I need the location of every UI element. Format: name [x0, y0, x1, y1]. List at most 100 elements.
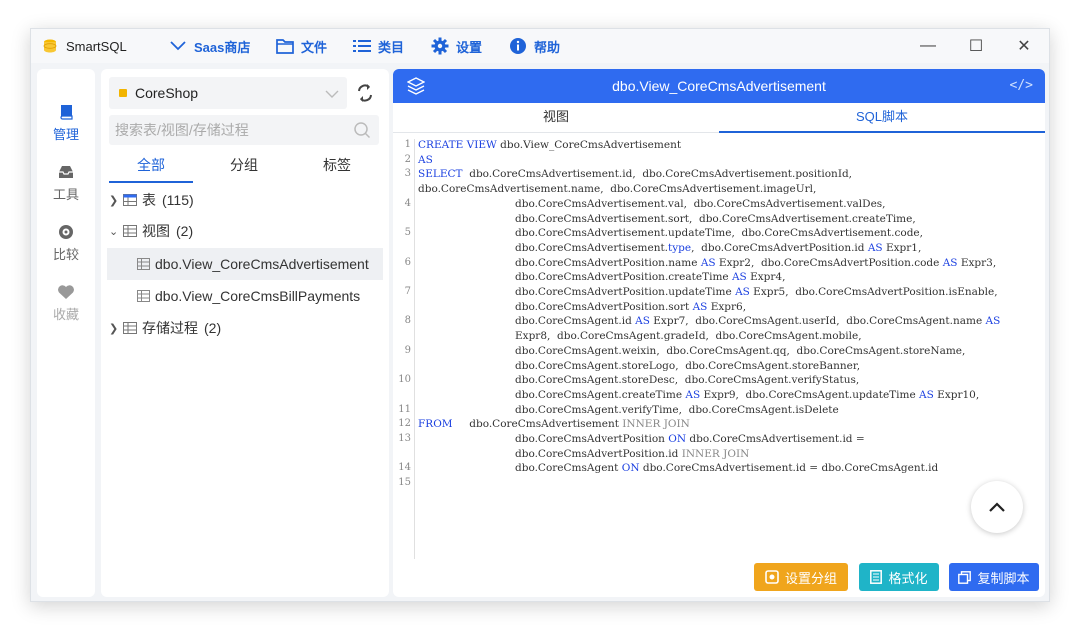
line-number: 14 [398, 462, 411, 474]
tree-leaf-view-billpayments[interactable]: dbo.View_CoreCmsBillPayments [137, 281, 360, 311]
set-group-button[interactable]: 设置分组 [754, 563, 848, 591]
chevron-right-icon[interactable]: ❯ [109, 194, 121, 207]
tree-leaf-label: dbo.View_CoreCmsBillPayments [155, 288, 361, 304]
list-icon [353, 37, 371, 55]
refresh-icon [358, 84, 372, 102]
folder-icon [276, 37, 294, 55]
line-number: 2 [404, 153, 411, 165]
chevron-down-icon [325, 86, 339, 102]
app-name: SmartSQL [66, 38, 127, 54]
rail-item-manage-label: 管理 [52, 127, 79, 142]
code-area[interactable]: 1 2 3 4 5 6 7 8 9 10 11 12 13 14 15 CREATE VIEW dbo.Vi… [393, 139, 1045, 559]
maximize-button[interactable]: ☐ [953, 29, 999, 63]
copy-icon [958, 570, 972, 584]
menu-settings[interactable]: 设置 [431, 29, 482, 63]
copy-script-button[interactable]: 复制脚本 [949, 563, 1039, 591]
tree-node-views[interactable]: ⌄ 视图 (2) [109, 216, 193, 246]
rail-item-compare-label: 比较 [52, 247, 79, 262]
line-number: 13 [398, 433, 411, 444]
editor-header: dbo.View_CoreCmsAdvertisement </> [393, 69, 1045, 103]
database-select[interactable]: CoreShop [109, 77, 347, 109]
app-title: SmartSQL [41, 29, 127, 63]
code-line: dbo.CoreCmsAdvertPosition.sort AS Expr6, [515, 300, 747, 313]
code-line: CREATE VIEW dbo.View_CoreCmsAdvertisemen… [418, 139, 682, 151]
chevron-right-icon[interactable]: ❯ [109, 322, 121, 335]
tree-node-procedures[interactable]: ❯ 存储过程 (2) [109, 313, 221, 343]
line-number: 3 [404, 168, 411, 180]
tab-sql-script[interactable]: SQL脚本 [719, 103, 1045, 133]
database-select-value: CoreShop [135, 85, 199, 101]
code-line: dbo.CoreCmsAdvertisement.sort, dbo.CoreC… [515, 212, 916, 225]
rail-item-favorites[interactable]: 收藏 [37, 279, 95, 327]
line-number: 15 [398, 477, 411, 489]
code-line: dbo.CoreCmsAgent.storeDesc, dbo.CoreCmsA… [515, 374, 860, 387]
tab-all[interactable]: 全部 [109, 153, 193, 183]
tree-node-tables-label: 表 [142, 192, 156, 208]
editor-title: dbo.View_CoreCmsAdvertisement [612, 78, 826, 94]
editor-tabs: 视图 SQL脚本 [393, 103, 1045, 133]
tab-group[interactable]: 分组 [202, 153, 286, 183]
menu-category-label: 类目 [378, 39, 405, 55]
procedure-icon [123, 322, 137, 334]
line-number: 9 [404, 344, 411, 356]
search-input[interactable] [109, 115, 379, 145]
menu-saas-store-label: Saas商店 [194, 39, 251, 55]
minimize-button[interactable]: — [905, 29, 951, 63]
code-icon[interactable]: </> [1010, 78, 1033, 93]
rail-item-tools[interactable]: 工具 [37, 159, 95, 207]
layers-icon[interactable] [406, 77, 426, 98]
menu-help-label: 帮助 [534, 39, 561, 55]
code-line: dbo.CoreCmsAdvertPosition ON dbo.CoreCms… [515, 433, 865, 445]
search-icon[interactable] [353, 121, 371, 144]
chevron-up-icon [989, 502, 1005, 512]
format-icon [870, 570, 883, 584]
code-line: dbo.CoreCmsAdvertPosition.name AS Expr2,… [515, 256, 997, 269]
sql-editor-panel: dbo.View_CoreCmsAdvertisement </> 视图 SQL… [393, 69, 1045, 597]
menu-settings-label: 设置 [456, 39, 483, 55]
close-button[interactable]: ✕ [1001, 29, 1047, 63]
code-line: dbo.CoreCmsAgent ON dbo.CoreCmsAdvertise… [515, 462, 939, 475]
tree-leaf-view-advertisement[interactable]: dbo.View_CoreCmsAdvertisement [137, 249, 369, 279]
line-number: 5 [404, 227, 411, 239]
menu-category[interactable]: 类目 [353, 29, 404, 63]
menu-file-label: 文件 [301, 39, 328, 55]
code-line: dbo.CoreCmsAdvertPosition.id INNER JOIN [515, 447, 750, 460]
menu-saas-store[interactable]: Saas商店 [169, 29, 250, 63]
table-icon [123, 194, 137, 206]
copy-script-label: 复制脚本 [977, 570, 1030, 586]
format-label: 格式化 [888, 570, 928, 586]
chevron-down-icon[interactable]: ⌄ [109, 225, 121, 238]
line-number: 7 [404, 286, 411, 297]
line-number: 6 [404, 256, 411, 268]
book-icon [57, 103, 75, 121]
view-icon [123, 225, 137, 237]
view-icon [137, 258, 150, 270]
code-line: SELECT dbo.CoreCmsAdvertisement.id, dbo.… [418, 168, 853, 181]
line-number: 8 [404, 315, 411, 327]
database-icon [119, 89, 127, 97]
code-line: FROM dbo.CoreCmsAdvertisement INNER JOIN [418, 418, 690, 431]
tab-tags[interactable]: 标签 [295, 153, 379, 183]
line-number: 12 [398, 418, 411, 430]
code-line: dbo.CoreCmsAgent.id AS Expr7, dbo.CoreCm… [515, 315, 1001, 328]
code-line: dbo.CoreCmsAdvertPosition.updateTime AS … [515, 286, 998, 298]
code-line: dbo.CoreCmsAdvertPosition.createTime AS … [515, 271, 786, 284]
group-icon [765, 570, 779, 584]
menu-file[interactable]: 文件 [276, 29, 327, 63]
tree-node-tables[interactable]: ❯ 表 (115) [109, 185, 194, 215]
code-line: dbo.CoreCmsAdvertisement.updateTime, dbo… [515, 227, 923, 240]
tree-tabs: 全部 分组 标签 [109, 153, 379, 183]
refresh-button[interactable] [353, 81, 377, 105]
rail-item-tools-label: 工具 [52, 187, 79, 202]
scroll-to-top-button[interactable] [971, 481, 1023, 533]
format-button[interactable]: 格式化 [859, 563, 939, 591]
menu-help[interactable]: 帮助 [509, 29, 560, 63]
compass-icon [57, 223, 75, 241]
code-line: AS [418, 153, 433, 166]
rail-item-manage[interactable]: 管理 [37, 99, 95, 147]
rail-item-compare[interactable]: 比较 [37, 219, 95, 267]
tab-view[interactable]: 视图 [393, 103, 719, 133]
app-logo-icon [41, 37, 59, 55]
code-line: dbo.CoreCmsAdvertisement.type, dbo.CoreC… [515, 241, 922, 254]
code-line: dbo.CoreCmsAgent.verifyTime, dbo.CoreCms… [515, 403, 839, 416]
